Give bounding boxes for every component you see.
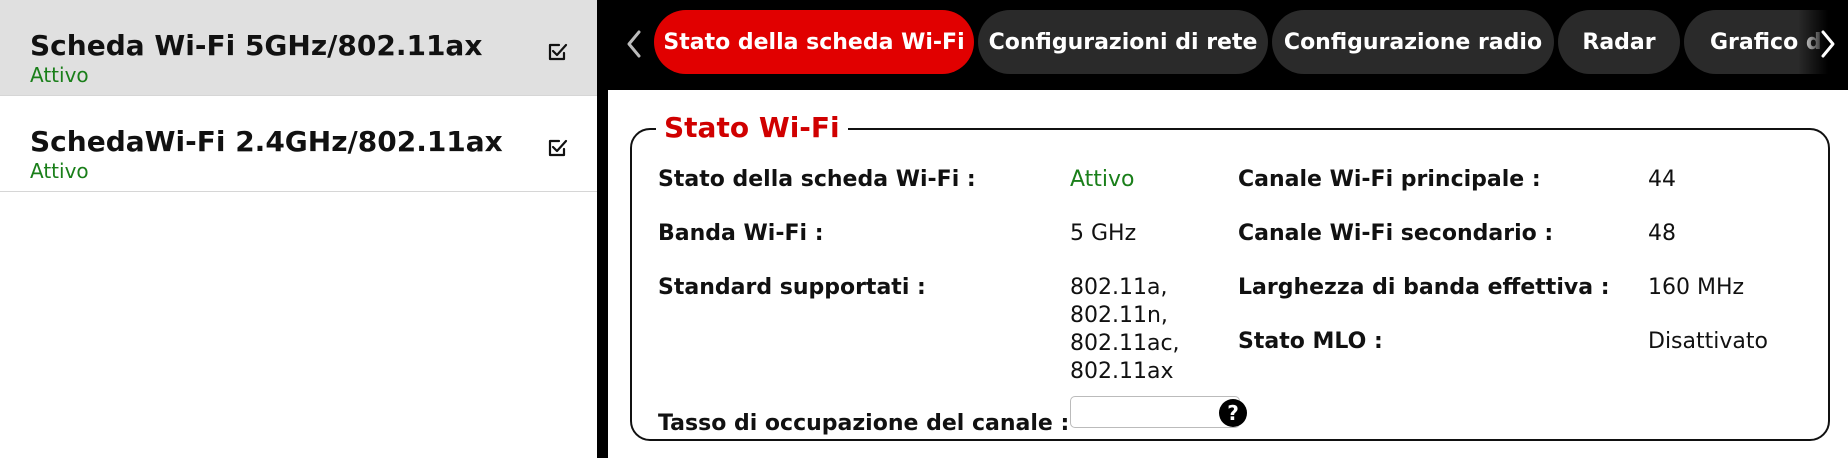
label-secondary-channel: Canale Wi-Fi secondario : [1238, 221, 1554, 246]
wifi-card-list: Scheda Wi-Fi 5GHz/802.11ax Attivo Scheda… [0, 0, 597, 458]
value-main-channel: 44 [1648, 167, 1676, 192]
tab-bar: Stato della scheda Wi-Fi Configurazioni … [608, 0, 1848, 90]
value-standards: 802.11a, 802.11n, 802.11ac, 802.11ax [1070, 274, 1180, 386]
wifi-card-5ghz[interactable]: Scheda Wi-Fi 5GHz/802.11ax Attivo [0, 0, 597, 96]
checkbox-checked-icon[interactable] [545, 40, 569, 64]
wifi-card-status: Attivo [30, 63, 89, 87]
tab-radar[interactable]: Radar [1558, 10, 1680, 74]
panel-title: Stato Wi-Fi [656, 112, 848, 144]
label-standards: Standard supportati : [658, 275, 926, 300]
value-band: 5 GHz [1070, 221, 1137, 246]
wifi-card-title: Scheda Wi-Fi 5GHz/802.11ax [30, 29, 483, 62]
value-card-state: Attivo [1070, 167, 1135, 192]
wifi-card-status: Attivo [30, 159, 89, 183]
label-main-channel: Canale Wi-Fi principale : [1238, 167, 1541, 192]
standard-item: 802.11ax [1070, 359, 1174, 384]
wifi-card-2ghz[interactable]: SchedaWi-Fi 2.4GHz/802.11ax Attivo [0, 96, 597, 192]
help-icon[interactable]: ? [1219, 399, 1247, 427]
label-card-state: Stato della scheda Wi-Fi : [658, 167, 976, 192]
value-secondary-channel: 48 [1648, 221, 1676, 246]
chevron-left-icon[interactable] [614, 20, 654, 68]
value-bandwidth: 160 MHz [1648, 275, 1745, 300]
tab-list: Stato della scheda Wi-Fi Configurazioni … [654, 10, 1848, 74]
label-occupancy: Tasso di occupazione del canale : [658, 411, 1070, 436]
panel-divider [597, 0, 608, 458]
tab-radio-config[interactable]: Configurazione radio [1272, 10, 1554, 74]
label-mlo: Stato MLO : [1238, 329, 1383, 354]
standard-item: 802.11n, [1070, 303, 1168, 328]
label-bandwidth: Larghezza di banda effettiva : [1238, 275, 1610, 300]
tab-network-config[interactable]: Configurazioni di rete [978, 10, 1268, 74]
checkbox-checked-icon[interactable] [545, 136, 569, 160]
standard-item: 802.11ac, [1070, 331, 1180, 356]
tab-wifi-card-status[interactable]: Stato della scheda Wi-Fi [654, 10, 974, 74]
wifi-card-title: SchedaWi-Fi 2.4GHz/802.11ax [30, 125, 503, 158]
standard-item: 802.11a, [1070, 275, 1168, 300]
main-content: Stato della scheda Wi-Fi Configurazioni … [608, 0, 1848, 458]
label-band: Banda Wi-Fi : [658, 221, 824, 246]
value-mlo: Disattivato [1648, 329, 1768, 354]
wifi-status-panel: Stato Wi-Fi Stato della scheda Wi-Fi : A… [630, 112, 1830, 441]
channel-occupancy-field [1070, 396, 1240, 428]
chevron-right-icon[interactable] [1808, 20, 1848, 68]
